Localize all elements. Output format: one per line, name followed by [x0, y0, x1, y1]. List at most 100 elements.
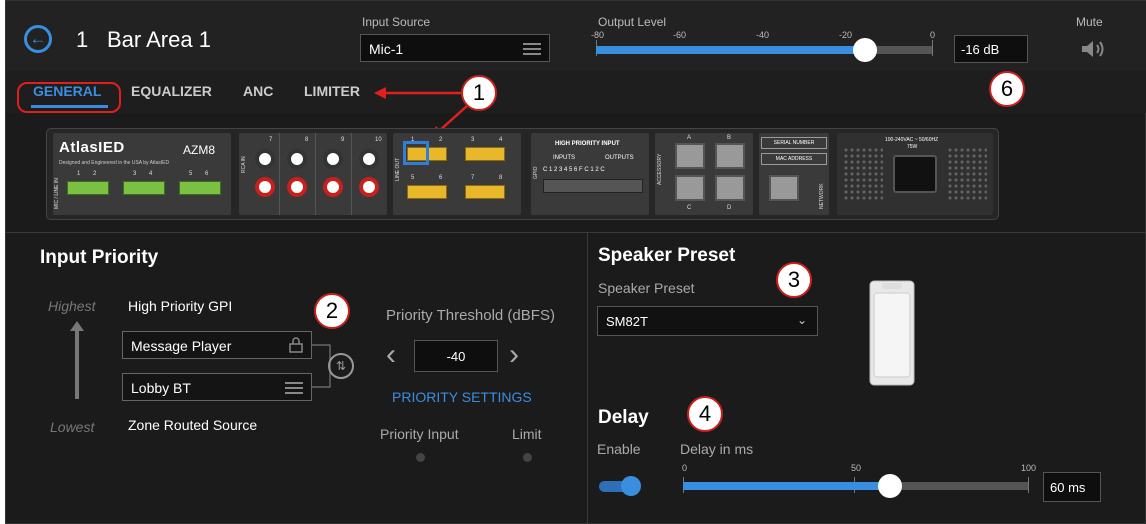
- delay-slider[interactable]: 0 50 100: [682, 463, 1036, 503]
- rca-port-white: [359, 149, 379, 169]
- device-rear-panel[interactable]: AtlasIED AZM8 Designed and Engineered in…: [46, 128, 999, 220]
- limit-led: [523, 453, 532, 462]
- delay-enable-label: Enable: [597, 441, 641, 457]
- mac-address-label: MAC ADDRESS: [761, 153, 827, 165]
- annotation-badge-3: 3: [776, 262, 812, 298]
- channel-label: 7: [269, 137, 273, 143]
- rj45-port: [675, 175, 705, 201]
- speaker-preset-title: Speaker Preset: [598, 245, 736, 266]
- delay-track[interactable]: [683, 482, 1028, 490]
- rca-panel: RCA IN 7 8 9 10: [239, 133, 387, 215]
- model-label: AZM8: [183, 143, 216, 157]
- list-icon: [285, 379, 303, 397]
- port-label: A: [687, 135, 692, 141]
- delay-enable-toggle[interactable]: [599, 476, 641, 496]
- tick-label: 0: [682, 463, 688, 473]
- mic-terminal-block: [67, 181, 109, 195]
- brand-panel: AtlasIED AZM8 Designed and Engineered in…: [53, 133, 231, 215]
- port-label: C: [687, 205, 692, 211]
- rca-port-white: [323, 149, 343, 169]
- channel-label: 3: [471, 137, 475, 143]
- power-watts: 75W: [907, 144, 918, 150]
- zone-routed-source: Zone Routed Source: [128, 417, 258, 433]
- channel-label: 9: [341, 137, 345, 143]
- channel-label: 10: [375, 137, 382, 143]
- speaker-preset-value: SM82T: [606, 314, 648, 329]
- outputs-label: OUTPUTS: [605, 155, 634, 161]
- line-out-terminal: [465, 185, 505, 199]
- line-out-label: LINE OUT: [395, 157, 401, 181]
- highest-label: Highest: [48, 298, 96, 314]
- rca-port-white: [287, 149, 307, 169]
- app-window: ← 1 Bar Area 1 Input Source Mic-1 Output…: [5, 0, 1146, 524]
- threshold-increase-icon[interactable]: ›: [509, 340, 519, 370]
- inputs-label: INPUTS: [553, 155, 576, 161]
- accessory-label: ACCESSORY: [657, 153, 663, 185]
- accessory-panel: ACCESSORY A B C D: [655, 133, 753, 215]
- tick-mark: [1028, 477, 1029, 493]
- limit-label: Limit: [512, 426, 542, 442]
- priority-slot-1-label: Message Player: [131, 338, 232, 354]
- delay-value[interactable]: 60 ms: [1043, 472, 1101, 502]
- priority-settings-link[interactable]: PRIORITY SETTINGS: [392, 389, 532, 405]
- lock-icon: [289, 337, 303, 353]
- gpio-panel: GPIO HIGH PRIORITY INPUT INPUTS OUTPUTS …: [531, 133, 649, 215]
- channel-label: 6: [439, 175, 443, 181]
- lowest-label: Lowest: [50, 419, 95, 435]
- annotation-badge-2: 2: [314, 293, 350, 329]
- line-out-selected-box: [403, 141, 429, 165]
- priority-slot-2[interactable]: Lobby BT: [122, 373, 312, 401]
- divider: [315, 133, 316, 215]
- rca-port-red: [287, 177, 307, 197]
- section-divider: [587, 233, 588, 524]
- power-spec: 100-240VAC ~ 50/60HZ: [885, 137, 939, 143]
- priority-threshold-label: Priority Threshold (dBFS): [386, 307, 555, 324]
- rj45-port: [675, 143, 705, 169]
- priority-threshold-input[interactable]: -40: [414, 340, 498, 372]
- annotation-arrows: [374, 87, 469, 138]
- toggle-knob: [621, 476, 641, 496]
- channel-label: 1: [77, 171, 81, 177]
- channel-label: 2: [93, 171, 97, 177]
- priority-slot-1[interactable]: Message Player: [122, 331, 312, 359]
- channel-label: 3: [133, 171, 137, 177]
- priority-input-label: Priority Input: [380, 426, 459, 442]
- channel-label: 5: [411, 175, 415, 181]
- mic-terminal-block: [123, 181, 165, 195]
- threshold-decrease-icon[interactable]: ‹: [386, 340, 396, 370]
- annotation-badge-4: 4: [687, 396, 723, 432]
- rca-port-red: [255, 177, 275, 197]
- gpio-pins: C 1 2 3 4 5 6 F C 1 2 C: [543, 167, 605, 173]
- channel-label: 2: [439, 137, 443, 143]
- line-out-terminal: [465, 147, 505, 161]
- rj45-port: [715, 175, 745, 201]
- swap-priority-icon[interactable]: ⇅: [328, 353, 354, 379]
- high-priority-gpi: High Priority GPI: [128, 298, 233, 314]
- network-rj45-port: [769, 175, 799, 201]
- channel-label: 8: [499, 175, 503, 181]
- power-inlet: [893, 155, 937, 193]
- mic-terminal-block: [179, 181, 221, 195]
- priority-input-led: [416, 453, 425, 462]
- speaker-product-image: [869, 280, 915, 386]
- rca-port-white: [255, 149, 275, 169]
- network-panel: SERIAL NUMBER MAC ADDRESS NETWORK: [759, 133, 829, 215]
- delay-knob[interactable]: [878, 474, 902, 498]
- section-divider: [6, 232, 1146, 233]
- power-panel: 100-240VAC ~ 50/60HZ 75W: [837, 133, 993, 215]
- serial-number-label: SERIAL NUMBER: [761, 137, 827, 149]
- brand-logo: AtlasIED: [59, 139, 125, 156]
- speaker-preset-label: Speaker Preset: [598, 280, 695, 296]
- annotation-badge-1: 1: [461, 75, 497, 111]
- gpio-terminal: [543, 179, 643, 193]
- delay-fill: [683, 482, 890, 490]
- tagline: Designed and Engineered in the USA by At…: [59, 160, 170, 166]
- tick-label: 50: [851, 463, 862, 473]
- delay-ms-label: Delay in ms: [680, 441, 754, 457]
- channel-label: 4: [499, 137, 503, 143]
- channel-label: 7: [471, 175, 475, 181]
- high-priority-input-label: HIGH PRIORITY INPUT: [555, 141, 620, 147]
- rca-port-red: [323, 177, 343, 197]
- speaker-preset-select[interactable]: SM82T ⌄: [597, 306, 818, 336]
- priority-arrow-icon: [70, 321, 84, 399]
